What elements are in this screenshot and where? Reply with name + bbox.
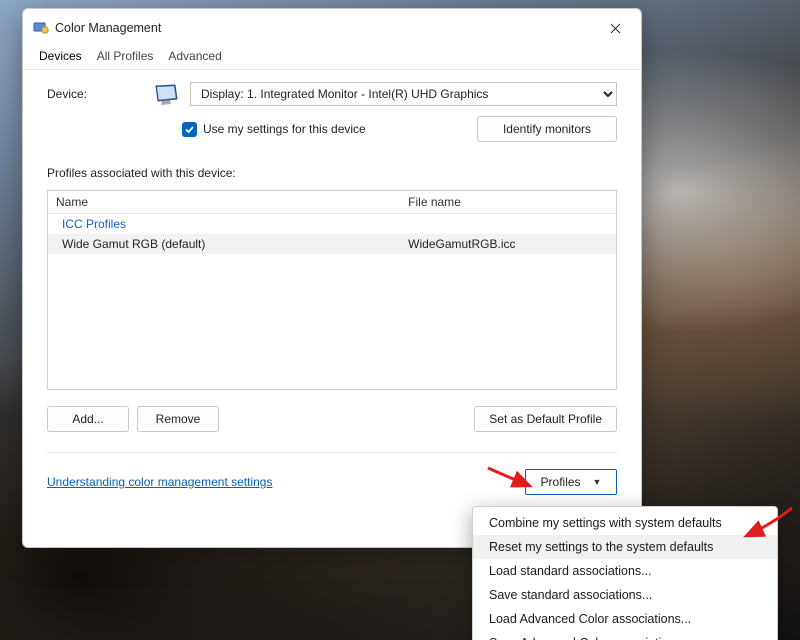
understanding-link[interactable]: Understanding color management settings	[47, 475, 272, 489]
group-icc-profiles: ICC Profiles	[48, 214, 616, 234]
menu-item[interactable]: Save Advanced Color associations...	[473, 631, 777, 640]
identify-monitors-button[interactable]: Identify monitors	[477, 116, 617, 142]
list-header: Name File name	[48, 191, 616, 214]
list-body: ICC Profiles Wide Gamut RGB (default) Wi…	[48, 214, 616, 389]
close-button[interactable]	[597, 15, 633, 41]
menu-item[interactable]: Save standard associations...	[473, 583, 777, 607]
menu-item[interactable]: Combine my settings with system defaults	[473, 511, 777, 535]
titlebar: Color Management	[23, 9, 641, 45]
cell-file: WideGamutRGB.icc	[400, 234, 616, 254]
cell-name: Wide Gamut RGB (default)	[48, 234, 400, 254]
color-management-window: Color Management Devices All Profiles Ad…	[22, 8, 642, 548]
list-row[interactable]: Wide Gamut RGB (default) WideGamutRGB.ic…	[48, 234, 616, 254]
profiles-dropdown-menu: Combine my settings with system defaults…	[472, 506, 778, 640]
tab-content: Device: Display: 1. Integrated Monitor -…	[23, 70, 641, 547]
col-file-header[interactable]: File name	[400, 191, 616, 213]
bottom-row: Understanding color management settings …	[47, 469, 617, 495]
window-title: Color Management	[55, 21, 597, 35]
device-select[interactable]: Display: 1. Integrated Monitor - Intel(R…	[190, 82, 617, 106]
profiles-list[interactable]: Name File name ICC Profiles Wide Gamut R…	[47, 190, 617, 390]
device-row: Device: Display: 1. Integrated Monitor -…	[47, 82, 617, 106]
app-icon	[33, 20, 49, 36]
set-default-profile-button[interactable]: Set as Default Profile	[474, 406, 617, 432]
divider	[47, 452, 617, 453]
use-my-settings-label: Use my settings for this device	[203, 122, 366, 136]
profiles-associated-label: Profiles associated with this device:	[47, 166, 617, 180]
tab-devices[interactable]: Devices	[33, 45, 88, 69]
profiles-dropdown-button[interactable]: Profiles ▼	[525, 469, 617, 495]
profiles-button-label: Profiles	[541, 475, 581, 489]
col-name-header[interactable]: Name	[48, 191, 400, 213]
menu-item[interactable]: Load standard associations...	[473, 559, 777, 583]
monitor-icon	[152, 82, 180, 106]
add-button[interactable]: Add...	[47, 406, 129, 432]
menu-item[interactable]: Load Advanced Color associations...	[473, 607, 777, 631]
device-label: Device:	[47, 87, 142, 101]
tabstrip: Devices All Profiles Advanced	[23, 45, 641, 70]
checkbox-checked-icon	[182, 122, 197, 137]
tab-all-profiles[interactable]: All Profiles	[91, 45, 160, 69]
tab-advanced[interactable]: Advanced	[162, 45, 227, 69]
chevron-down-icon: ▼	[593, 477, 602, 487]
menu-item[interactable]: Reset my settings to the system defaults	[473, 535, 777, 559]
use-my-settings-checkbox[interactable]: Use my settings for this device	[182, 122, 477, 137]
settings-row: Use my settings for this device Identify…	[47, 116, 617, 142]
close-icon	[610, 23, 621, 34]
profile-buttons-row: Add... Remove Set as Default Profile	[47, 406, 617, 432]
remove-button[interactable]: Remove	[137, 406, 219, 432]
